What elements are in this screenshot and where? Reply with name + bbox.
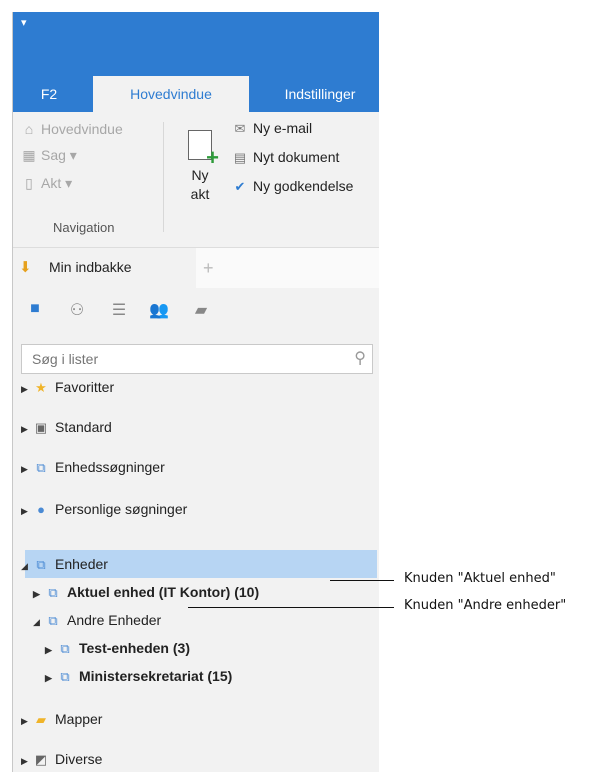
expand-arrow-icon[interactable]: ▶ <box>21 750 31 772</box>
new-act-button[interactable]: + Ny akt <box>180 130 220 204</box>
unit-icon: ⧉ <box>48 613 58 628</box>
nav-sag-label: Sag ▾ <box>41 147 77 163</box>
tree-node-standard[interactable]: ▶ ▣ Standard <box>21 416 112 438</box>
list-toolbar: ■ ⚇ ☰ 👥 ▰ <box>13 292 379 328</box>
callout-andre-enheder: Knuden "Andre enheder" <box>404 598 567 613</box>
standard-list-icon: ▣ <box>34 420 48 435</box>
document-list-icon[interactable]: ■ <box>25 300 45 320</box>
folder-icon: ▰ <box>36 712 46 727</box>
new-document-icon: + <box>188 130 219 169</box>
add-tab-icon[interactable]: + <box>203 258 214 279</box>
folder-icon[interactable]: ▰ <box>191 300 211 320</box>
tab-hovedvindue[interactable]: Hovedvindue <box>93 76 249 112</box>
unit-icon: ⧉ <box>48 585 58 600</box>
search-input[interactable] <box>30 345 334 373</box>
tree-node-test-enheden[interactable]: ▶ ⧉ Test-enheden (3) <box>45 637 190 659</box>
expand-arrow-icon[interactable]: ▶ <box>21 418 31 440</box>
app-window: ▾ F2 Hovedvindue Indstillinger ⌂ Hovedvin… <box>12 12 379 772</box>
tree-label: Ministersekretariat (15) <box>79 668 233 684</box>
tab-f2[interactable]: F2 <box>13 76 85 112</box>
search-icon[interactable]: ⚲ <box>354 348 366 368</box>
tree-label: Standard <box>55 419 112 435</box>
expand-arrow-icon[interactable]: ▶ <box>33 583 43 605</box>
email-icon: ✉ <box>234 121 246 136</box>
quick-access-dropdown-icon[interactable]: ▾ <box>21 16 27 29</box>
document-icon: ▯ <box>25 175 33 191</box>
tree-label: Favoritter <box>55 379 115 395</box>
ribbon-divider <box>163 122 164 232</box>
search-box: ⚲ <box>21 344 373 374</box>
callout-line <box>188 607 394 608</box>
tree-node-mapper[interactable]: ▶ ▰ Mapper <box>21 708 102 730</box>
tree-node-personlige-sogninger[interactable]: ▶ ● Personlige søgninger <box>21 498 187 520</box>
people-icon[interactable]: 👥 <box>149 300 169 320</box>
nav-hovedvindue-label: Hovedvindue <box>41 121 123 137</box>
case-icon: ▦ <box>22 147 36 163</box>
expand-arrow-icon[interactable]: ▶ <box>21 500 31 522</box>
star-icon: ★ <box>35 380 47 395</box>
tree-node-enheder[interactable]: ◢ ⧉ Enheder <box>21 553 108 575</box>
title-bar: ▾ <box>13 12 379 62</box>
inbox-icon: ⬇ <box>19 259 32 276</box>
tree-label: Enhedssøgninger <box>55 459 165 475</box>
tree-label: Test-enheden (3) <box>79 640 190 656</box>
tree-label: Aktuel enhed (IT Kontor) (10) <box>67 584 260 600</box>
tree-node-aktuel-enhed[interactable]: ▶ ⧉ Aktuel enhed (IT Kontor) (10) <box>33 581 259 603</box>
nav-akt-button[interactable]: ▯ Akt ▾ <box>21 172 72 194</box>
callout-aktuel-enhed: Knuden "Aktuel enhed" <box>404 571 556 586</box>
new-document-label: Nyt dokument <box>253 149 340 165</box>
tree-label: Mapper <box>55 711 103 727</box>
tree-label: Andre Enheder <box>67 612 162 628</box>
tree-label: Diverse <box>55 751 103 767</box>
person-icon: ● <box>37 502 45 517</box>
tab-indstillinger[interactable]: Indstillinger <box>261 76 379 112</box>
nav-akt-label: Akt ▾ <box>41 175 73 191</box>
expand-arrow-icon[interactable]: ▶ <box>45 639 55 661</box>
callout-line <box>330 580 394 581</box>
ribbon-tabs: F2 Hovedvindue Indstillinger <box>13 62 379 112</box>
expand-arrow-icon[interactable]: ▶ <box>45 667 55 689</box>
navigation-group-label: Navigation <box>53 220 115 235</box>
org-tree-icon[interactable]: ⚇ <box>67 300 87 320</box>
collapse-arrow-icon[interactable]: ◢ <box>33 611 43 633</box>
unit-icon: ⧉ <box>60 669 70 684</box>
nav-sag-button[interactable]: ▦ Sag ▾ <box>21 144 77 166</box>
inbox-tab-bar: ⬇ Min indbakke + <box>13 248 379 288</box>
unit-icon: ⧉ <box>60 641 70 656</box>
collapse-arrow-icon[interactable]: ◢ <box>21 555 31 577</box>
new-email-label: Ny e-mail <box>253 120 313 136</box>
unit-icon: ⧉ <box>36 557 46 572</box>
misc-icon: ◩ <box>34 752 48 767</box>
nav-hovedvindue-button[interactable]: ⌂ Hovedvindue <box>21 118 123 140</box>
inbox-label: Min indbakke <box>49 259 132 275</box>
tree-node-diverse[interactable]: ▶ ◩ Diverse <box>21 748 102 770</box>
ribbon: ⌂ Hovedvindue ▦ Sag ▾ ▯ Akt ▾ Navigation + … <box>13 112 379 248</box>
expand-arrow-icon[interactable]: ▶ <box>21 378 31 400</box>
tree-node-andre-enheder[interactable]: ◢ ⧉ Andre Enheder <box>33 609 161 631</box>
plus-icon: + <box>206 145 219 170</box>
tree-label: Personlige søgninger <box>55 501 188 517</box>
tree-label: Enheder <box>55 556 108 572</box>
expand-arrow-icon[interactable]: ▶ <box>21 458 31 480</box>
tree-node-enhedssogninger[interactable]: ▶ ⧉ Enhedssøgninger <box>21 456 165 478</box>
tree-node-ministersekretariat[interactable]: ▶ ⧉ Ministersekretariat (15) <box>45 665 232 687</box>
approval-icon: ✔ <box>234 179 246 194</box>
tab-min-indbakke[interactable]: ⬇ Min indbakke <box>13 248 196 288</box>
new-email-button[interactable]: ✉ Ny e-mail <box>231 116 313 140</box>
home-icon: ⌂ <box>24 121 34 137</box>
new-act-label-2: akt <box>190 186 210 202</box>
expand-arrow-icon[interactable]: ▶ <box>21 710 31 732</box>
unit-icon: ⧉ <box>36 460 46 475</box>
new-document-button[interactable]: ▤ Nyt dokument <box>231 145 340 169</box>
list-icon[interactable]: ☰ <box>109 300 129 320</box>
tree-node-favoritter[interactable]: ▶ ★ Favoritter <box>21 376 114 398</box>
new-approval-label: Ny godkendelse <box>253 178 354 194</box>
new-approval-button[interactable]: ✔ Ny godkendelse <box>231 174 354 198</box>
document-icon: ▤ <box>233 150 247 165</box>
